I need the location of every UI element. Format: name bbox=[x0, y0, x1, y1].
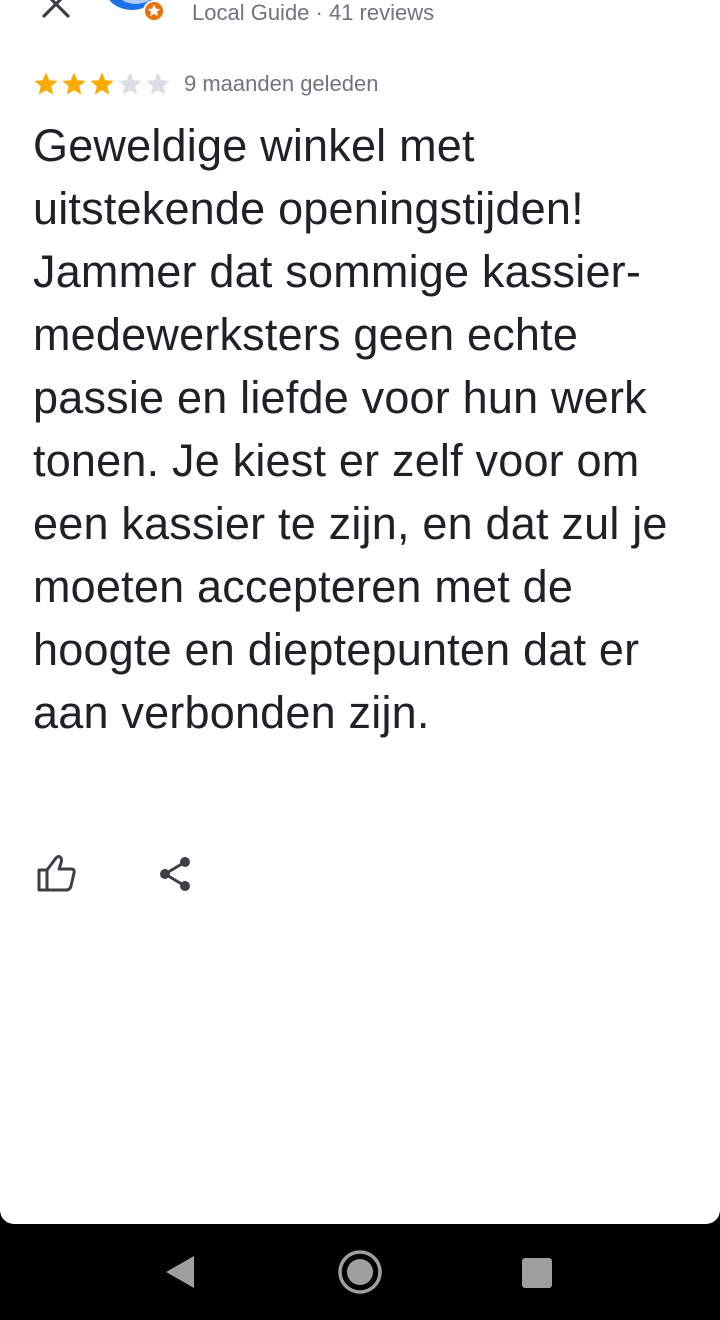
nav-home-button[interactable] bbox=[336, 1248, 384, 1296]
more-options-button[interactable] bbox=[652, 0, 676, 10]
star-filled-icon bbox=[90, 72, 114, 95]
share-button[interactable] bbox=[156, 854, 196, 894]
more-vert-icon bbox=[652, 0, 676, 10]
review-header: Local Guide · 41 reviews bbox=[0, 0, 720, 26]
avatar-image bbox=[109, 0, 165, 22]
star-empty-icon bbox=[118, 72, 142, 95]
review-date: 9 maanden geleden bbox=[184, 71, 379, 96]
close-icon bbox=[42, 0, 70, 18]
like-button[interactable] bbox=[34, 850, 80, 896]
review-sheet: Local Guide · 41 reviews 9 maanden geled… bbox=[0, 0, 720, 1224]
system-navigation-bar bbox=[0, 1224, 720, 1320]
nav-home-icon bbox=[338, 1250, 382, 1294]
thumb-up-icon bbox=[37, 855, 76, 892]
nav-recent-apps-button[interactable] bbox=[518, 1254, 558, 1294]
nav-back-button[interactable] bbox=[160, 1252, 200, 1292]
close-button[interactable] bbox=[36, 0, 76, 24]
review-text: Geweldige winkel met uitstekende opening… bbox=[33, 120, 668, 738]
author-meta: Local Guide · 41 reviews bbox=[192, 0, 435, 25]
star-rating bbox=[32, 70, 172, 98]
share-icon bbox=[160, 857, 190, 891]
star-filled-icon bbox=[34, 72, 58, 95]
rating-row: 9 maanden geleden bbox=[32, 70, 379, 98]
star-filled-icon bbox=[62, 72, 86, 95]
nav-recent-apps-icon bbox=[522, 1258, 552, 1288]
avatar[interactable] bbox=[104, 0, 166, 22]
star-empty-icon bbox=[146, 72, 170, 95]
nav-back-icon bbox=[166, 1256, 194, 1288]
